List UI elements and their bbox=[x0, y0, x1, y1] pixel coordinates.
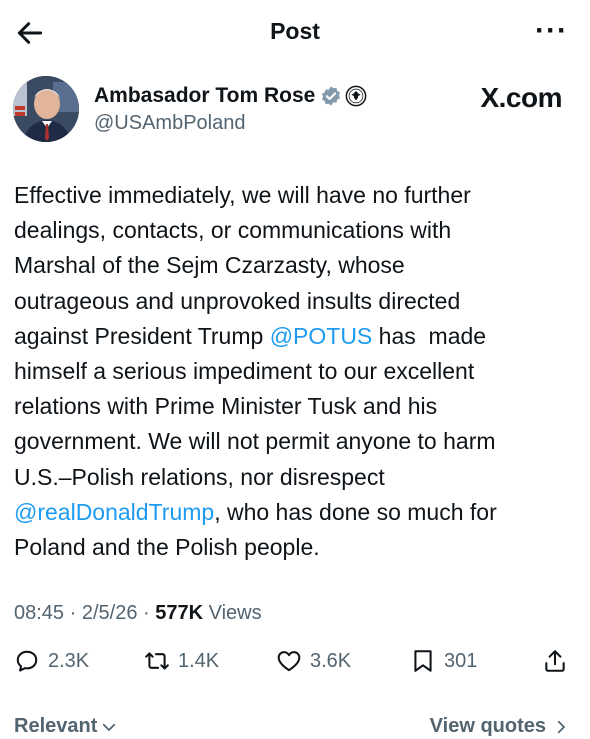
post-text-segment: dealings, contacts, or communications wi… bbox=[14, 217, 452, 244]
author-name-row: Ambasador Tom Rose bbox=[94, 84, 367, 108]
bookmark-count: 301 bbox=[444, 649, 478, 672]
post-text-line: outrageous and unprovoked insults direct… bbox=[14, 284, 579, 319]
post-text-line: dealings, contacts, or communications wi… bbox=[14, 213, 579, 248]
meta-separator: · bbox=[143, 602, 156, 624]
verified-badge-icon bbox=[322, 86, 341, 106]
post-text-segment: , who has done so much for bbox=[214, 498, 497, 525]
sort-label: Relevant bbox=[14, 715, 98, 737]
reply-button[interactable]: 2.3K bbox=[14, 648, 89, 674]
author-name[interactable]: Ambasador Tom Rose bbox=[94, 84, 315, 108]
post-text-segment: himself a serious impediment to our exce… bbox=[14, 358, 475, 385]
post-text-segment: U.S.–Polish relations, nor disrespect bbox=[14, 463, 385, 490]
post-text-segment: relations with Prime Minister Tusk and h… bbox=[14, 393, 438, 420]
post-text-segment: Marshal of the Sejm Czarzasty, whose bbox=[14, 252, 405, 279]
bookmark-icon bbox=[414, 650, 432, 672]
post-text-line: Marshal of the Sejm Czarzasty, whose bbox=[14, 248, 579, 283]
post-text-line: Effective immediately, we will have no f… bbox=[14, 178, 579, 213]
top-bar: Post ··· bbox=[0, 0, 590, 66]
post-text-line: relations with Prime Minister Tusk and h… bbox=[14, 389, 579, 424]
meta-separator: · bbox=[69, 602, 82, 624]
like-button[interactable]: 3.6K bbox=[276, 648, 351, 674]
repost-count: 1.4K bbox=[178, 649, 220, 672]
sort-replies-dropdown[interactable]: Relevant bbox=[14, 715, 118, 738]
post-text-line: @realDonaldTrump, who has done so much f… bbox=[14, 495, 579, 530]
view-quotes-label: View quotes bbox=[429, 715, 546, 737]
post-text-line: Poland and the Polish people. bbox=[14, 530, 579, 565]
mention-link[interactable]: @realDonaldTrump bbox=[14, 499, 214, 525]
views-count: 577K bbox=[155, 602, 204, 624]
government-seal-icon bbox=[345, 85, 367, 107]
post-text-segment: Poland and the Polish people. bbox=[14, 534, 320, 561]
repost-icon bbox=[145, 652, 169, 670]
heart-icon bbox=[277, 651, 301, 672]
reply-icon bbox=[16, 650, 38, 672]
post-text-segment: outrageous and unprovoked insults direct… bbox=[14, 287, 461, 314]
post-text-segment: Effective immediately, we will have no f… bbox=[14, 182, 471, 208]
author-handle[interactable]: @USAmbPoland bbox=[94, 112, 245, 135]
post-meta: 08:45 · 2/5/26 · 577K Views bbox=[14, 602, 262, 625]
post-date[interactable]: 2/5/26 bbox=[82, 602, 138, 624]
chevron-right-icon bbox=[557, 720, 565, 733]
repost-button[interactable]: 1.4K bbox=[144, 648, 219, 674]
post-text-line: government. We will not permit anyone to… bbox=[14, 424, 579, 459]
x-com-watermark: X.com bbox=[480, 82, 562, 113]
post-text: Effective immediately, we will have no f… bbox=[14, 178, 579, 565]
post-text-line: himself a serious impediment to our exce… bbox=[14, 354, 579, 389]
chevron-down-icon bbox=[103, 723, 116, 731]
reply-count: 2.3K bbox=[48, 649, 90, 672]
action-bar: 2.3K 1.4K 3.6K 301 bbox=[0, 648, 590, 684]
avatar[interactable] bbox=[13, 76, 79, 142]
share-icon bbox=[545, 650, 565, 672]
post-text-segment: against President Trump bbox=[14, 322, 270, 349]
view-quotes-link[interactable]: View quotes bbox=[430, 715, 570, 738]
mention-link[interactable]: @POTUS bbox=[270, 323, 373, 349]
post-text-line: against President Trump @POTUS has made bbox=[14, 319, 579, 354]
like-count: 3.6K bbox=[310, 649, 352, 672]
views-label: Views bbox=[208, 602, 262, 624]
bookmark-button[interactable]: 301 bbox=[410, 648, 477, 674]
post-text-line: U.S.–Polish relations, nor disrespect bbox=[14, 460, 579, 495]
post-text-segment: government. We will not permit anyone to… bbox=[14, 428, 496, 455]
more-options-icon[interactable]: ··· bbox=[535, 16, 568, 46]
post-time[interactable]: 08:45 bbox=[14, 602, 64, 624]
share-button[interactable] bbox=[542, 648, 576, 674]
post-text-segment: has made bbox=[372, 322, 487, 349]
page-title: Post bbox=[270, 18, 320, 44]
